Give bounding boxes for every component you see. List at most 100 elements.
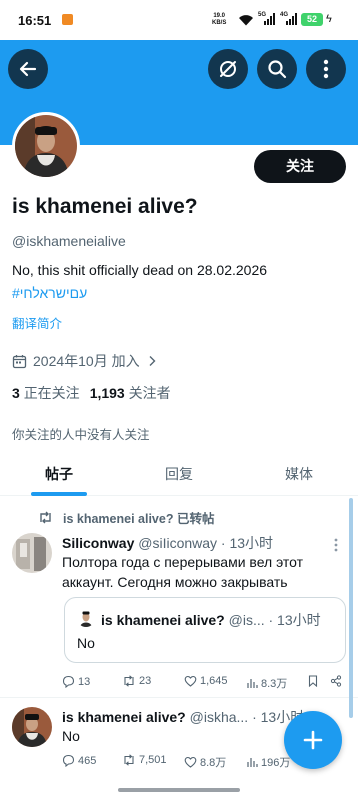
view-count: 8.3万 (261, 678, 288, 690)
joined-date[interactable]: 2024年10月 加入 (12, 351, 156, 371)
tab-replies[interactable]: 回复 (120, 452, 238, 496)
app-notification-icon (62, 14, 73, 25)
tab-posts[interactable]: 帖子 (0, 452, 118, 496)
post-meta: @iskha... · 13小时 (189, 709, 305, 725)
like-button[interactable]: 1,645 (184, 675, 228, 687)
following-count: 3 (12, 385, 20, 401)
followers-count: 1,193 (89, 385, 125, 401)
arrow-left-icon (19, 61, 37, 77)
translate-bio-link[interactable]: 翻译简介 (12, 313, 62, 332)
bio-hashtag-link[interactable]: #עםישראלחי (12, 285, 87, 301)
views-button[interactable]: 8.3万 (246, 675, 287, 691)
post-text-line: Полтора года с перерывами вел этот (62, 554, 304, 570)
network-speed: 19.0 KB/S (212, 13, 226, 27)
tab-media[interactable]: 媒体 (240, 452, 358, 496)
scrollbar[interactable] (349, 498, 353, 718)
profile-name: is khamenei alive? (12, 195, 198, 218)
reply-icon (62, 675, 75, 688)
joined-date-label: 2024年10月 加入 (33, 353, 140, 369)
repost-count: 23 (139, 675, 152, 687)
repost-icon (124, 675, 134, 687)
heart-icon (184, 675, 197, 687)
reply-count: 465 (78, 754, 97, 767)
calendar-icon (12, 354, 27, 368)
like-count: 1,645 (200, 675, 228, 687)
share-button[interactable] (330, 675, 342, 687)
follow-button[interactable]: 关注 (254, 150, 346, 183)
wifi-icon (239, 15, 253, 26)
like-button[interactable]: 8.8万 (184, 754, 226, 770)
repost-count: 7,501 (139, 754, 167, 766)
post-header: is khamenei alive? @iskha... · 13小时 (62, 707, 304, 727)
profile-bio: No, this shit officially dead on 28.02.2… (12, 262, 268, 278)
post-divider (0, 697, 358, 698)
signal-icon (286, 13, 297, 25)
plus-icon (303, 730, 323, 750)
post-text: No (62, 728, 80, 744)
status-time: 16:51 (18, 13, 52, 28)
quote-text: No (77, 635, 95, 651)
repost-icon (40, 511, 51, 524)
more-vertical-icon (323, 59, 329, 79)
post-author-name[interactable]: is khamenei alive? (62, 709, 186, 725)
views-icon (247, 679, 258, 688)
quote-author-name: is khamenei alive? (101, 612, 225, 628)
quote-meta: @is... · 13小时 (228, 612, 321, 628)
bookmark-icon (308, 675, 318, 687)
post-author-name[interactable]: Siliconway (62, 535, 134, 551)
reply-count: 13 (78, 675, 91, 688)
search-icon (268, 60, 287, 79)
avatar-image (12, 533, 52, 573)
followers-link[interactable]: 1,193 关注者 (90, 385, 171, 401)
mutual-followers-text: 你关注的人中没有人关注 (12, 428, 150, 442)
reply-button[interactable]: 13 (62, 675, 90, 688)
following-link[interactable]: 3 正在关注 (12, 385, 80, 401)
post-text: Полтора года с перерывами вел этот аккау… (62, 552, 303, 592)
reply-button[interactable]: 465 (62, 754, 96, 767)
compose-post-button[interactable] (284, 711, 342, 769)
post-avatar[interactable] (12, 707, 52, 747)
charging-icon: ϟ (326, 13, 332, 25)
avatar-image (77, 609, 95, 627)
following-label: 正在关注 (23, 385, 80, 401)
repost-button[interactable]: 7,501 (122, 754, 167, 766)
status-bar: 16:51 19.0 KB/S 5G 4G 52 ϟ (0, 0, 358, 40)
like-count: 8.8万 (200, 757, 227, 769)
home-indicator[interactable] (118, 788, 240, 792)
heart-icon (184, 756, 197, 768)
post-actions: 13 23 1,645 8.3万 (62, 675, 347, 691)
views-button[interactable]: 196万 (246, 754, 290, 770)
view-count: 196万 (261, 757, 291, 769)
repost-icon (124, 754, 134, 766)
post-more-button[interactable] (334, 538, 338, 552)
views-icon (247, 758, 258, 767)
network-speed-value: 19.0 (213, 13, 226, 19)
avatar-image (12, 707, 52, 747)
repost-indicator: is khamenei alive? 已转帖 (38, 508, 214, 527)
battery-icon: 52 (301, 13, 323, 26)
avatar-image (15, 115, 77, 177)
share-icon (330, 675, 342, 687)
quote-header: is khamenei alive? @is... · 13小时 (101, 610, 321, 630)
repost-label: is khamenei alive? 已转帖 (63, 512, 215, 526)
more-options-button[interactable] (306, 49, 346, 89)
profile-handle: @iskhameneialive (12, 233, 126, 249)
network-speed-unit: KB/S (212, 20, 227, 26)
post-meta: @siIiconway · 13小时 (138, 535, 274, 551)
quoted-post[interactable]: is khamenei alive? @is... · 13小时 No (64, 597, 346, 663)
bookmark-button[interactable] (308, 675, 318, 687)
profile-tabs: 帖子 回复 媒体 (0, 452, 358, 496)
back-button[interactable] (8, 49, 48, 89)
repost-button[interactable]: 23 (122, 675, 151, 687)
search-button[interactable] (257, 49, 297, 89)
premium-button[interactable] (208, 49, 248, 89)
follow-counts: 3 正在关注 1,193 关注者 (12, 383, 171, 403)
post-avatar[interactable] (12, 533, 52, 573)
profile-avatar[interactable] (12, 112, 80, 180)
post-header: Siliconway @siIiconway · 13小时 (62, 533, 273, 553)
reply-icon (62, 754, 75, 767)
signal-icon (264, 13, 275, 25)
active-tab-indicator (31, 492, 87, 496)
post-text-line: аккаунт. Сегодня можно закрывать (62, 574, 288, 590)
chevron-right-icon (149, 356, 156, 366)
